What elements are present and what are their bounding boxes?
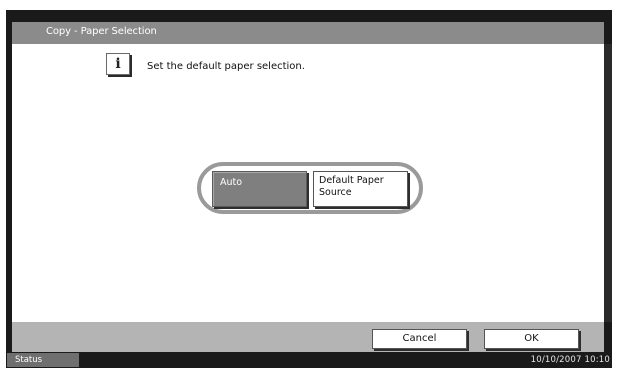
status-button[interactable]: Status	[7, 353, 79, 367]
ok-button[interactable]: OK	[484, 329, 579, 349]
auto-button[interactable]: Auto	[212, 171, 307, 207]
info-icon: i	[106, 53, 130, 75]
status-bar	[6, 352, 612, 368]
auto-button-label: Auto	[220, 177, 243, 188]
datetime-display: 10/10/2007 10:10	[530, 355, 610, 365]
title-bar: Copy - Paper Selection	[12, 22, 604, 44]
scrollbar-edge	[604, 44, 612, 322]
instruction-message: Set the default paper selection.	[147, 61, 305, 72]
default-paper-source-label-line1: Default Paper	[319, 175, 384, 186]
cancel-button[interactable]: Cancel	[372, 329, 467, 349]
default-paper-source-button[interactable]: Default Paper Source	[313, 171, 408, 207]
default-paper-source-label-line2: Source	[319, 187, 352, 198]
page-title: Copy - Paper Selection	[46, 26, 157, 37]
